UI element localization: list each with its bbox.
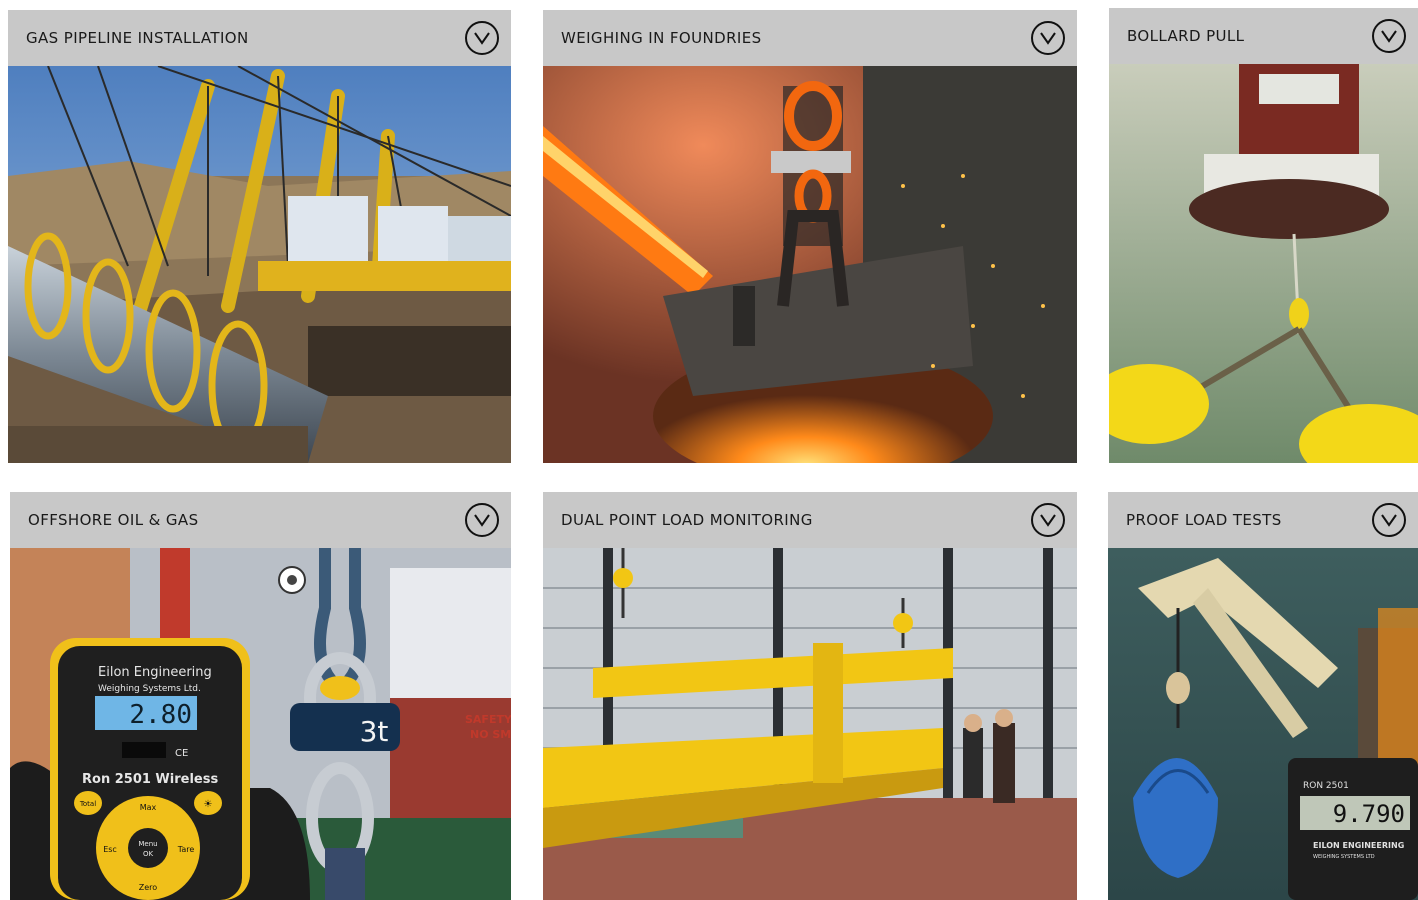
btn-menu-label: Menu <box>138 840 157 848</box>
chevron-down-circle-icon[interactable] <box>465 503 499 537</box>
card-header[interactable]: GAS PIPELINE INSTALLATION <box>8 10 511 66</box>
card-offshore[interactable]: OFFSHORE OIL & GAS SAFETY NO SM Eilon En… <box>10 492 511 900</box>
btn-esc-label: Esc <box>103 845 117 854</box>
photo-offshore: SAFETY NO SM Eilon Engineering Weighing … <box>10 548 511 900</box>
card-title: DUAL POINT LOAD MONITORING <box>561 511 813 529</box>
card-header[interactable]: DUAL POINT LOAD MONITORING <box>543 492 1077 548</box>
card-header[interactable]: WEIGHING IN FOUNDRIES <box>543 10 1077 66</box>
card-foundries[interactable]: WEIGHING IN FOUNDRIES <box>543 10 1077 463</box>
card-title: WEIGHING IN FOUNDRIES <box>561 29 762 47</box>
btn-tare-label: Tare <box>177 845 195 854</box>
btn-zero-label: Zero <box>139 883 158 892</box>
chevron-down-circle-icon[interactable] <box>1031 21 1065 55</box>
proof-reading: 9.790 <box>1333 800 1405 828</box>
photo-proof-load: RON 2501 9.790 EILON ENGINEERING WEIGHIN… <box>1108 548 1418 900</box>
photo-foundry <box>543 66 1077 463</box>
no-smoking-sign-text: NO SM <box>470 728 511 741</box>
proof-brand-sub: WEIGHING SYSTEMS LTD <box>1313 854 1375 860</box>
photo-bollard-pull <box>1109 64 1418 463</box>
ce-mark: CE <box>175 748 188 759</box>
card-title: BOLLARD PULL <box>1127 27 1245 45</box>
safety-sign-text: SAFETY <box>465 713 511 726</box>
chevron-down-circle-icon[interactable] <box>1372 19 1406 53</box>
photo-gas-pipeline <box>8 66 511 463</box>
device-model: Ron 2501 Wireless <box>82 772 218 787</box>
card-title: OFFSHORE OIL & GAS <box>28 511 199 529</box>
chevron-down-circle-icon[interactable] <box>1031 503 1065 537</box>
card-gas-pipeline[interactable]: GAS PIPELINE INSTALLATION <box>8 10 511 463</box>
card-title: PROOF LOAD TESTS <box>1126 511 1282 529</box>
device-reading: 2.80 <box>129 700 192 730</box>
card-bollard-pull[interactable]: BOLLARD PULL <box>1109 8 1418 463</box>
card-header[interactable]: PROOF LOAD TESTS <box>1108 492 1418 548</box>
shackle-capacity: 3t <box>360 715 389 748</box>
card-proof-load[interactable]: PROOF LOAD TESTS RON 2501 9.790 EILON EN… <box>1108 492 1418 900</box>
photo-dual-point <box>543 548 1077 900</box>
btn-max-label: Max <box>140 803 157 812</box>
card-header[interactable]: OFFSHORE OIL & GAS <box>10 492 511 548</box>
card-dual-point[interactable]: DUAL POINT LOAD MONITORING <box>543 492 1077 900</box>
btn-total-label: Total <box>79 800 96 808</box>
chevron-down-circle-icon[interactable] <box>1372 503 1406 537</box>
backlight-icon: ☀ <box>204 799 213 810</box>
card-header[interactable]: BOLLARD PULL <box>1109 8 1418 64</box>
card-title: GAS PIPELINE INSTALLATION <box>26 29 249 47</box>
device-brand: Eilon Engineering <box>98 665 212 680</box>
proof-device-model: RON 2501 <box>1303 781 1349 791</box>
chevron-down-circle-icon[interactable] <box>465 21 499 55</box>
device-brand-sub: Weighing Systems Ltd. <box>98 684 201 694</box>
proof-brand: EILON ENGINEERING <box>1313 841 1404 850</box>
btn-ok-label: OK <box>143 850 154 858</box>
